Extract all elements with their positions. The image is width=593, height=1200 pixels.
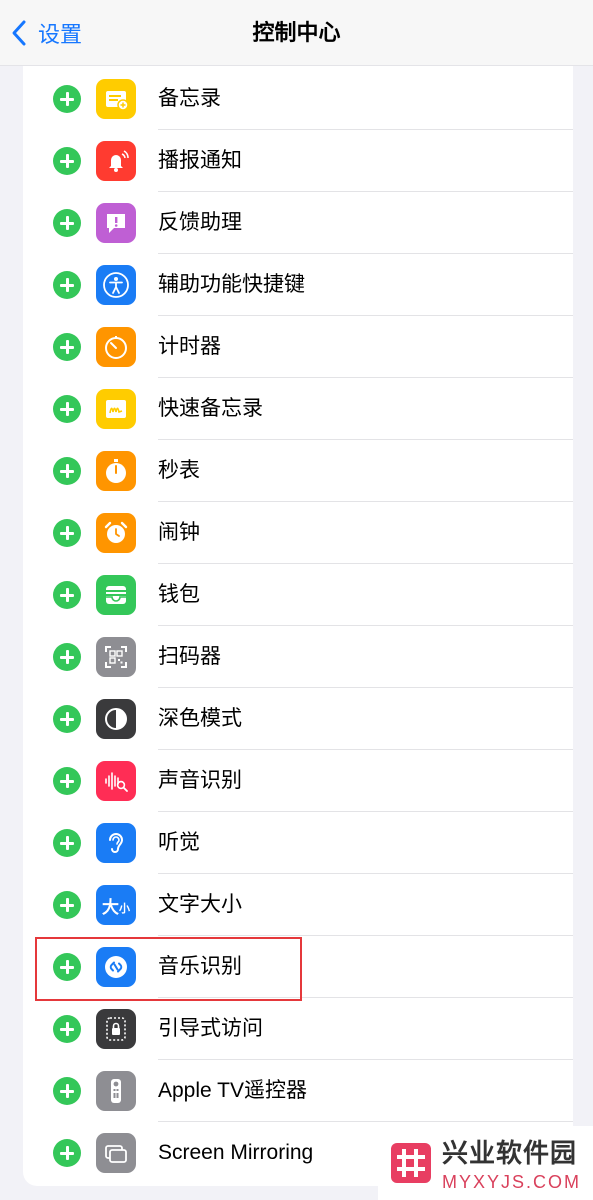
list-item-alarm: 闹钟	[23, 502, 573, 564]
wallet-icon	[96, 575, 136, 615]
item-label: 辅助功能快捷键	[158, 273, 305, 296]
add-button[interactable]	[53, 891, 81, 919]
watermark-url: MYXYJS.COM	[442, 1172, 582, 1192]
add-button[interactable]	[53, 333, 81, 361]
item-label: 备忘录	[158, 87, 221, 110]
alarm-icon	[96, 513, 136, 553]
guided-access-icon	[96, 1009, 136, 1049]
list-item-hearing: 听觉	[23, 812, 573, 874]
navigation-bar: 设置 控制中心	[0, 0, 593, 66]
hearing-icon	[96, 823, 136, 863]
accessibility-icon	[96, 265, 136, 305]
item-label: 听觉	[158, 831, 200, 854]
feedback-icon	[96, 203, 136, 243]
item-label: 钱包	[158, 583, 200, 606]
item-label: 文字大小	[158, 893, 242, 916]
watermark-title: 兴业软件园	[442, 1138, 578, 1168]
add-button[interactable]	[53, 85, 81, 113]
watermark-logo	[384, 1136, 438, 1190]
list-item-dark-mode: 深色模式	[23, 688, 573, 750]
text-size-icon: 大小	[96, 885, 136, 925]
page-title: 控制中心	[252, 20, 341, 45]
announce-bell-icon	[96, 141, 136, 181]
notes-icon	[96, 79, 136, 119]
add-button[interactable]	[53, 271, 81, 299]
item-label: 计时器	[158, 335, 221, 358]
list-item-sound-recognition: 声音识别	[23, 750, 573, 812]
list-item-notes: 备忘录	[23, 68, 573, 130]
add-button[interactable]	[53, 705, 81, 733]
more-controls-list: 备忘录 播报通知 反馈助理 辅助功能快捷键 计时器 快速备忘录 秒表 闹钟 钱包…	[23, 66, 573, 1186]
add-button[interactable]	[53, 643, 81, 671]
item-label: 音乐识别	[158, 955, 242, 978]
add-button[interactable]	[53, 1077, 81, 1105]
item-label: 扫码器	[158, 645, 221, 668]
list-item-guided-access: 引导式访问	[23, 998, 573, 1060]
list-item-timer: 计时器	[23, 316, 573, 378]
item-label: Screen Mirroring	[158, 1141, 314, 1164]
item-label: 快速备忘录	[158, 397, 263, 420]
item-label: 闹钟	[158, 521, 200, 544]
add-button[interactable]	[53, 519, 81, 547]
sound-recognition-icon	[96, 761, 136, 801]
list-item-accessibility-shortcut: 辅助功能快捷键	[23, 254, 573, 316]
add-button[interactable]	[53, 1139, 81, 1167]
screen-mirroring-icon	[96, 1133, 136, 1173]
watermark: 兴业软件园 MYXYJS.COM	[378, 1126, 593, 1200]
quick-note-icon	[96, 389, 136, 429]
add-button[interactable]	[53, 457, 81, 485]
list-item-wallet: 钱包	[23, 564, 573, 626]
icon-text-big: 大	[102, 897, 119, 918]
list-item-stopwatch: 秒表	[23, 440, 573, 502]
list-item-code-scanner: 扫码器	[23, 626, 573, 688]
add-button[interactable]	[53, 209, 81, 237]
add-button[interactable]	[53, 767, 81, 795]
timer-icon	[96, 327, 136, 367]
list-item-announce-notifications: 播报通知	[23, 130, 573, 192]
item-label: 秒表	[158, 459, 200, 482]
item-label: 播报通知	[158, 149, 242, 172]
add-button[interactable]	[53, 147, 81, 175]
add-button[interactable]	[53, 829, 81, 857]
dark-mode-icon	[96, 699, 136, 739]
tv-remote-icon	[96, 1071, 136, 1111]
list-item-apple-tv-remote: Apple TV遥控器	[23, 1060, 573, 1122]
item-label: 引导式访问	[158, 1017, 263, 1040]
shazam-icon	[96, 947, 136, 987]
item-label: 反馈助理	[158, 211, 242, 234]
list-item-feedback-assistant: 反馈助理	[23, 192, 573, 254]
item-label: Apple TV遥控器	[158, 1079, 307, 1102]
add-button[interactable]	[53, 581, 81, 609]
item-label: 深色模式	[158, 707, 242, 730]
item-label: 声音识别	[158, 769, 242, 792]
list-item-music-recognition: 音乐识别	[23, 936, 573, 998]
icon-text-small: 小	[119, 901, 130, 915]
add-button[interactable]	[53, 1015, 81, 1043]
list-item-quick-note: 快速备忘录	[23, 378, 573, 440]
stopwatch-icon	[96, 451, 136, 491]
add-button[interactable]	[53, 395, 81, 423]
qr-scanner-icon	[96, 637, 136, 677]
add-button[interactable]	[53, 953, 81, 981]
list-item-text-size: 大小 文字大小	[23, 874, 573, 936]
